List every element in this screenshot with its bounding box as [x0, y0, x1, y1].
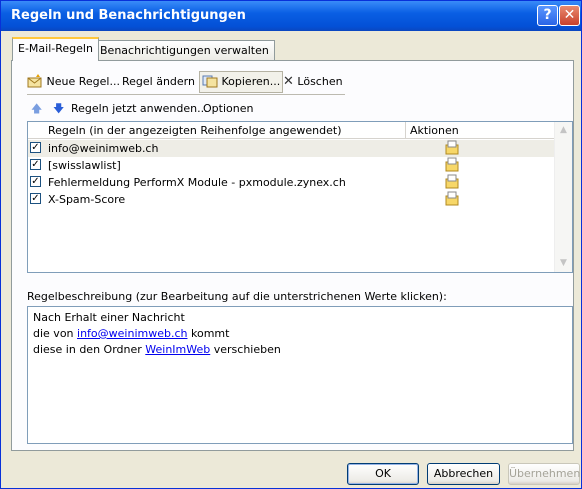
sender-link[interactable]: info@weinimweb.ch [77, 327, 187, 340]
rule-row[interactable]: ✓ [swisslawlist] [28, 157, 556, 174]
copy-label: Kopieren... [221, 75, 281, 88]
window-title: Regeln und Benachrichtigungen [11, 8, 246, 23]
options-link[interactable]: Optionen [203, 101, 253, 117]
toolbar-divider [27, 94, 345, 95]
rules-list[interactable]: Regeln (in der angezeigten Reihenfolge a… [27, 121, 573, 273]
rule-name: Fehlermeldung PerformX Module - pxmodule… [48, 176, 346, 189]
help-button[interactable]: ? [537, 5, 558, 26]
description-label: Regelbeschreibung (zur Bearbeitung auf d… [27, 290, 447, 303]
move-to-folder-icon[interactable] [445, 191, 459, 206]
rule-description-box: Nach Erhalt einer Nachricht die von info… [27, 306, 573, 444]
copy-icon [202, 75, 218, 88]
close-button[interactable]: ✕ [559, 5, 580, 26]
copy-button[interactable]: Kopieren... [199, 71, 284, 93]
apply-button[interactable]: Übernehmen [508, 463, 580, 485]
move-up-icon[interactable]: 🡅 [31, 101, 42, 117]
description-line: die von info@weinimweb.ch kommt [33, 326, 229, 342]
title-bar[interactable]: Regeln und Benachrichtigungen ? ✕ [1, 1, 581, 31]
description-text: kommt [187, 327, 230, 340]
change-rule-button[interactable]: Regel ändern ▼ [122, 71, 206, 93]
rule-checkbox[interactable]: ✓ [30, 142, 41, 153]
move-to-folder-icon[interactable] [445, 174, 459, 189]
description-line: Nach Erhalt einer Nachricht [33, 311, 185, 324]
move-down-icon[interactable]: 🡇 [53, 101, 64, 117]
new-rule-button[interactable]: Neue Regel... [27, 71, 120, 93]
change-rule-label: Regel ändern [122, 75, 195, 88]
rule-name: [swisslawlist] [48, 159, 121, 172]
delete-button[interactable]: ✕ Löschen [283, 71, 343, 93]
column-header-actions[interactable]: Aktionen [406, 122, 556, 139]
dialog-window: Regeln und Benachrichtigungen ? ✕ E-Mail… [0, 0, 582, 489]
description-line: diese in den Ordner WeinImWeb verschiebe… [33, 342, 281, 358]
rule-name: X-Spam-Score [48, 193, 126, 206]
rule-row[interactable]: ✓ X-Spam-Score [28, 191, 556, 208]
rule-checkbox[interactable]: ✓ [30, 159, 41, 170]
column-header-rules[interactable]: Regeln (in der angezeigten Reihenfolge a… [28, 122, 406, 139]
new-rule-label: Neue Regel... [46, 75, 120, 88]
description-text: die von [33, 327, 78, 340]
ok-button[interactable]: OK [347, 463, 419, 485]
scroll-up-icon[interactable]: ▲ [555, 122, 572, 139]
description-text: diese in den Ordner [33, 343, 146, 356]
scroll-down-icon[interactable]: ▼ [555, 255, 572, 272]
rule-checkbox[interactable]: ✓ [30, 193, 41, 204]
move-to-folder-icon[interactable] [445, 140, 459, 155]
delete-icon: ✕ [283, 74, 294, 89]
move-to-folder-icon[interactable] [445, 157, 459, 172]
new-rule-icon [27, 74, 42, 88]
cancel-button[interactable]: Abbrechen [427, 463, 500, 485]
rule-name: info@weinimweb.ch [48, 142, 159, 155]
delete-label: Löschen [297, 75, 343, 88]
rule-checkbox[interactable]: ✓ [30, 176, 41, 187]
rule-row[interactable]: ✓ Fehlermeldung PerformX Module - pxmodu… [28, 174, 556, 191]
description-text: verschieben [210, 343, 281, 356]
folder-link[interactable]: WeinImWeb [145, 343, 210, 356]
tab-email-rules[interactable]: E-Mail-Regeln [12, 37, 99, 61]
tab-manage-notifications[interactable]: Benachrichtigungen verwalten [94, 40, 275, 60]
vertical-scrollbar[interactable]: ▲ ▼ [554, 122, 572, 272]
apply-now-link[interactable]: Regeln jetzt anwenden... [71, 101, 208, 117]
rule-row[interactable]: ✓ info@weinimweb.ch [28, 140, 556, 157]
